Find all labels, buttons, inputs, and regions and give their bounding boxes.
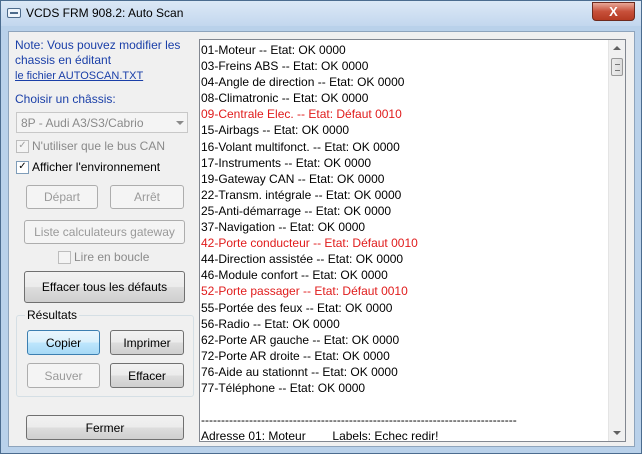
chevron-down-icon bbox=[176, 121, 184, 125]
dialog-client-area: Note: Vous pouvez modifier les chassis e… bbox=[8, 31, 635, 447]
result-line[interactable] bbox=[201, 396, 611, 412]
result-line[interactable]: 08-Climatronic -- Etat: OK 0000 bbox=[201, 90, 611, 106]
results-group-title: Résultats bbox=[25, 308, 80, 322]
save-button[interactable]: Sauver bbox=[27, 363, 100, 388]
autoscan-file-link[interactable]: le fichier AUTOSCAN.TXT bbox=[15, 70, 143, 82]
chassis-select[interactable]: 8P - Audi A3/S3/Cabrio bbox=[16, 112, 188, 133]
scroll-down-icon[interactable] bbox=[613, 431, 621, 435]
show-environment-label: Afficher l'environnement bbox=[32, 160, 161, 174]
results-group: Résultats Copier Imprimer Sauver Effacer bbox=[16, 308, 194, 397]
app-icon bbox=[7, 8, 21, 18]
can-only-label: N'utiliser que le bus CAN bbox=[32, 139, 166, 153]
clear-all-faults-button[interactable]: Effacer tous les défauts bbox=[24, 271, 185, 303]
result-line[interactable]: 22-Transm. intégrale -- Etat: OK 0000 bbox=[201, 187, 611, 203]
result-line[interactable]: 44-Direction assistée -- Etat: OK 0000 bbox=[201, 251, 611, 267]
copy-button[interactable]: Copier bbox=[27, 330, 100, 355]
result-line-fault[interactable]: 09-Centrale Elec. -- Etat: Défaut 0010 bbox=[201, 106, 611, 122]
stop-button[interactable]: Arrêt bbox=[110, 185, 184, 209]
result-line-fault[interactable]: 42-Porte conducteur -- Etat: Défaut 0010 bbox=[201, 235, 611, 251]
checkbox-box: ✓ bbox=[16, 139, 29, 153]
results-lines: 01-Moteur -- Etat: OK 0000 03-Freins ABS … bbox=[201, 42, 611, 441]
result-line[interactable]: 15-Airbags -- Etat: OK 0000 bbox=[201, 122, 611, 138]
result-line[interactable]: 16-Volant multifonct. -- Etat: OK 0000 bbox=[201, 139, 611, 155]
result-line[interactable]: 55-Portée des feux -- Etat: OK 0000 bbox=[201, 300, 611, 316]
checkbox-box: ✓ bbox=[16, 160, 29, 174]
checkbox-box bbox=[58, 250, 71, 264]
result-line[interactable]: Adresse 01: Moteur Labels: Echec redir! bbox=[201, 428, 611, 441]
result-line[interactable]: 17-Instruments -- Etat: OK 0000 bbox=[201, 155, 611, 171]
result-line-fault[interactable]: 52-Porte passager -- Etat: Défaut 0010 bbox=[201, 283, 611, 299]
result-line[interactable]: 76-Aide au stationnt -- Etat: OK 0000 bbox=[201, 364, 611, 380]
scroll-up-icon[interactable] bbox=[613, 46, 621, 50]
scroll-thumb[interactable] bbox=[611, 58, 623, 76]
result-line[interactable]: 03-Freins ABS -- Etat: OK 0000 bbox=[201, 58, 611, 74]
result-line[interactable]: 37-Navigation -- Etat: OK 0000 bbox=[201, 219, 611, 235]
result-line[interactable]: 46-Module confort -- Etat: OK 0000 bbox=[201, 267, 611, 283]
result-line[interactable]: 62-Porte AR gauche -- Etat: OK 0000 bbox=[201, 332, 611, 348]
read-loop-label: Lire en boucle bbox=[74, 250, 150, 264]
results-list[interactable]: 01-Moteur -- Etat: OK 0000 03-Freins ABS … bbox=[199, 39, 626, 442]
gateway-list-button[interactable]: Liste calculateurs gateway bbox=[24, 220, 185, 244]
clear-button[interactable]: Effacer bbox=[110, 363, 184, 388]
result-line[interactable]: 01-Moteur -- Etat: OK 0000 bbox=[201, 42, 611, 58]
chassis-select-value: 8P - Audi A3/S3/Cabrio bbox=[21, 116, 144, 130]
vertical-scrollbar[interactable] bbox=[608, 40, 625, 441]
show-environment-checkbox[interactable]: ✓ Afficher l'environnement bbox=[16, 160, 160, 174]
close-button[interactable]: Fermer bbox=[26, 415, 184, 440]
print-button[interactable]: Imprimer bbox=[110, 330, 184, 355]
result-line[interactable]: 19-Gateway CAN -- Etat: OK 0000 bbox=[201, 171, 611, 187]
result-line[interactable]: ----------------------------------------… bbox=[201, 412, 611, 428]
title-bar[interactable]: VCDS FRM 908.2: Auto Scan X bbox=[1, 1, 641, 26]
can-only-checkbox[interactable]: ✓ N'utiliser que le bus CAN bbox=[16, 139, 165, 153]
result-line[interactable]: 77-Téléphone -- Etat: OK 0000 bbox=[201, 380, 611, 396]
result-line[interactable]: 56-Radio -- Etat: OK 0000 bbox=[201, 316, 611, 332]
note-text: Note: Vous pouvez modifier les chassis e… bbox=[15, 38, 181, 67]
window-title: VCDS FRM 908.2: Auto Scan bbox=[26, 6, 184, 20]
result-line[interactable]: 04-Angle de direction -- Etat: OK 0000 bbox=[201, 74, 611, 90]
autoscan-window: VCDS FRM 908.2: Auto Scan X Note: Vous p… bbox=[0, 0, 642, 454]
close-window-button[interactable]: X bbox=[592, 2, 635, 21]
chassis-label: Choisir un châssis: bbox=[15, 92, 116, 106]
result-line[interactable]: 72-Porte AR droite -- Etat: OK 0000 bbox=[201, 348, 611, 364]
result-line[interactable]: 25-Anti-démarrage -- Etat: OK 0000 bbox=[201, 203, 611, 219]
read-loop-checkbox[interactable]: Lire en boucle bbox=[58, 250, 149, 264]
start-button[interactable]: Départ bbox=[26, 185, 98, 209]
